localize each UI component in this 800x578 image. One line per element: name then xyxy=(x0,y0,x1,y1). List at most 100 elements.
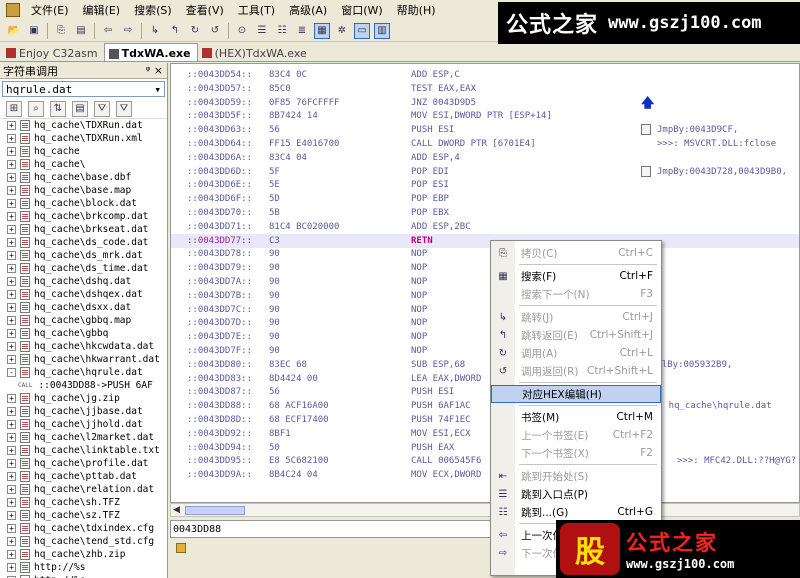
tree-item[interactable]: + hq_cache\TDXRun.dat xyxy=(0,119,168,132)
back-icon[interactable]: ⇦ xyxy=(100,23,116,39)
expand-icon[interactable]: + xyxy=(7,446,16,455)
code-row[interactable]: ::0043DD5F:: 8B7424 14 MOV ESI,DWORD PTR [… xyxy=(171,109,799,123)
forward-icon[interactable]: ⇨ xyxy=(120,23,136,39)
expand-icon[interactable]: + xyxy=(7,537,16,546)
tree-item[interactable]: + hq_cache\TDXRun.xml xyxy=(0,132,168,145)
context-menu-item[interactable]: ↻ 调用(A) Ctrl+L xyxy=(491,344,661,362)
window-icon[interactable]: ▭ xyxy=(354,22,370,39)
scrollbar-thumb[interactable] xyxy=(185,506,245,515)
find-icon[interactable]: ▤ xyxy=(73,23,89,39)
call-icon[interactable]: ↻ xyxy=(187,23,203,39)
sort-icon[interactable]: ⇅ xyxy=(50,100,66,117)
tree-item[interactable]: + hq_cache\tend_std.cfg xyxy=(0,535,168,548)
code-row[interactable]: ::0043DD64:: FF15 E4016700 CALL DWORD PTR … xyxy=(171,137,799,151)
menu-help[interactable]: 帮助(H) xyxy=(390,2,443,18)
copy-icon[interactable]: ⎘ xyxy=(53,23,69,39)
code-row[interactable]: ::0043DD87:: 56 PUSH ESI xyxy=(171,385,799,399)
code-row[interactable]: ::0043DD7F:: 90 NOP xyxy=(171,344,799,358)
expand-icon[interactable]: + xyxy=(7,524,16,533)
tree-item[interactable]: + hq_cache\dshq.dat xyxy=(0,275,168,288)
tree-item[interactable]: + hq_cache\sz.TFZ xyxy=(0,509,168,522)
tree-item[interactable]: + hq_cache\gbbq.map xyxy=(0,314,168,327)
tab-enjoy-c32asm[interactable]: Enjoy C32asm xyxy=(2,43,104,61)
context-menu-item[interactable]: ↳ 跳转(J) Ctrl+J xyxy=(491,308,661,326)
tab-hex-tdxwa-exe[interactable]: (HEX)TdxWA.exe xyxy=(198,43,313,61)
jump-back-icon[interactable]: ↰ xyxy=(167,23,183,39)
expand-icon[interactable]: + xyxy=(7,342,16,351)
expand-icon[interactable]: + xyxy=(7,433,16,442)
menu-file[interactable]: 文件(E) xyxy=(24,2,76,18)
tree-item[interactable]: + hq_cache\jg.zip xyxy=(0,392,168,405)
search-combo[interactable]: hqrule.dat ▾ xyxy=(2,81,165,97)
code-row[interactable]: ::0043DD79:: 90 NOP xyxy=(171,261,799,275)
expand-icon[interactable]: + xyxy=(7,563,16,572)
context-menu-item[interactable]: ☷ 跳到...(G) Ctrl+G xyxy=(491,503,661,521)
expand-icon[interactable]: + xyxy=(7,134,16,143)
expand-icon[interactable]: + xyxy=(7,186,16,195)
expand-icon[interactable]: + xyxy=(7,212,16,221)
context-menu-item[interactable]: ↰ 跳转返回(E) Ctrl+Shift+J xyxy=(491,326,661,344)
horizontal-scrollbar[interactable]: ◀ xyxy=(170,503,800,517)
code-row[interactable]: ::0043DD54:: 83C4 0C ADD ESP,C xyxy=(171,68,799,82)
context-menu-item[interactable]: ⇤ 跳到开始处(S) xyxy=(491,467,661,485)
context-menu-item[interactable]: 对应HEX编辑(H) xyxy=(491,385,661,403)
code-row[interactable]: ::0043DD7A:: 90 NOP xyxy=(171,275,799,289)
code-row[interactable]: ::0043DD63:: 56 PUSH ESI JmpBy:0043D9CF, xyxy=(171,123,799,137)
tree-item[interactable]: + hq_cache\jjbase.dat xyxy=(0,405,168,418)
expand-icon[interactable]: + xyxy=(7,355,16,364)
tree-item[interactable]: + hq_cache\hkwarrant.dat xyxy=(0,353,168,366)
expand-icon[interactable]: + xyxy=(7,394,16,403)
tree-item[interactable]: + hq_cache\ds_mrk.dat xyxy=(0,249,168,262)
context-menu-item[interactable]: ↺ 调用返回(R) Ctrl+Shift+L xyxy=(491,362,661,380)
expand-icon[interactable]: + xyxy=(7,550,16,559)
disassembly-view[interactable]: 🡅 ::0043DD54:: 83C4 0C ADD ESP,C::0043DD57… xyxy=(170,63,800,503)
code-row[interactable]: ::0043DD83:: 8D4424 00 LEA EAX,DWORD xyxy=(171,372,799,386)
expand-icon[interactable]: + xyxy=(7,485,16,494)
bookmark-icon[interactable]: ☷ xyxy=(274,23,290,39)
expand-icon[interactable]: + xyxy=(7,160,16,169)
menu-advanced[interactable]: 高级(A) xyxy=(282,2,334,18)
view-icon[interactable]: ▤ xyxy=(72,100,88,117)
code-row[interactable]: ::0043DD7E:: 90 NOP xyxy=(171,330,799,344)
tree-item[interactable]: + hq_cache xyxy=(0,145,168,158)
expand-icon[interactable]: + xyxy=(7,147,16,156)
code-row[interactable]: ::0043DD59:: 0F85 76FCFFFF JNZ 0043D9D5 xyxy=(171,96,799,110)
menu-window[interactable]: 窗口(W) xyxy=(334,2,389,18)
panel-pin-close[interactable]: ᵠ × xyxy=(146,64,163,77)
grid-icon[interactable]: ▦ xyxy=(314,22,330,39)
tree-item[interactable]: + hq_cache\tdxindex.cfg xyxy=(0,522,168,535)
tree-item[interactable]: + hq_cache\brkcomp.dat xyxy=(0,210,168,223)
expand-icon[interactable]: + xyxy=(7,277,16,286)
context-menu-item[interactable]: ▦ 搜索(F) Ctrl+F xyxy=(491,267,661,285)
context-menu-item[interactable]: ⎘ 拷贝(C) Ctrl+C xyxy=(491,244,661,262)
expand-icon[interactable]: + xyxy=(7,316,16,325)
tree-item[interactable]: + hq_cache\pttab.dat xyxy=(0,470,168,483)
expand-icon[interactable]: + xyxy=(7,238,16,247)
code-row[interactable]: ::0043DD57:: 85C0 TEST EAX,EAX xyxy=(171,82,799,96)
context-menu-item[interactable]: 下一个书签(X) F2 xyxy=(491,444,661,462)
code-row[interactable]: ::0043DD70:: 5B POP EBX xyxy=(171,206,799,220)
tree-item[interactable]: + hq_cache\base.map xyxy=(0,184,168,197)
tree-item[interactable]: + hq_cache\gbbq xyxy=(0,327,168,340)
chevron-down-icon[interactable]: ▾ xyxy=(154,83,161,96)
expand-icon[interactable]: + xyxy=(7,498,16,507)
code-row[interactable]: ::0043DD92:: 8BF1 MOV ESI,ECX xyxy=(171,427,799,441)
code-row[interactable]: ::0043DD9A:: 8B4C24 04 MOV ECX,DWORD xyxy=(171,468,799,482)
context-menu-item[interactable]: 书签(M) Ctrl+M xyxy=(491,408,661,426)
tree-icon[interactable]: ⊞ xyxy=(6,100,22,117)
expand-icon[interactable]: + xyxy=(7,251,16,260)
tree-item[interactable]: + hq_cache\hkcwdata.dat xyxy=(0,340,168,353)
code-row[interactable]: ::0043DD77:: C3 RETN xyxy=(171,233,799,248)
tree-item[interactable]: + hq_cache\block.dat xyxy=(0,197,168,210)
tree-item[interactable]: + hq_cache\brkseat.dat xyxy=(0,223,168,236)
expand-icon[interactable]: + xyxy=(7,121,16,130)
code-row[interactable]: ::0043DD7D:: 90 NOP xyxy=(171,316,799,330)
menu-view[interactable]: 查看(V) xyxy=(179,2,231,18)
save-icon[interactable]: ▣ xyxy=(26,23,42,39)
menu-tools[interactable]: 工具(T) xyxy=(231,2,282,18)
menu-search[interactable]: 搜索(S) xyxy=(127,2,179,18)
list-icon[interactable]: ≣ xyxy=(294,23,310,39)
tree-item[interactable]: - hq_cache\hqrule.dat xyxy=(0,366,168,379)
tree-item[interactable]: + hq_cache\relation.dat xyxy=(0,483,168,496)
code-row[interactable]: ::0043DD71:: 81C4 BC020000 ADD ESP,2BC xyxy=(171,220,799,234)
